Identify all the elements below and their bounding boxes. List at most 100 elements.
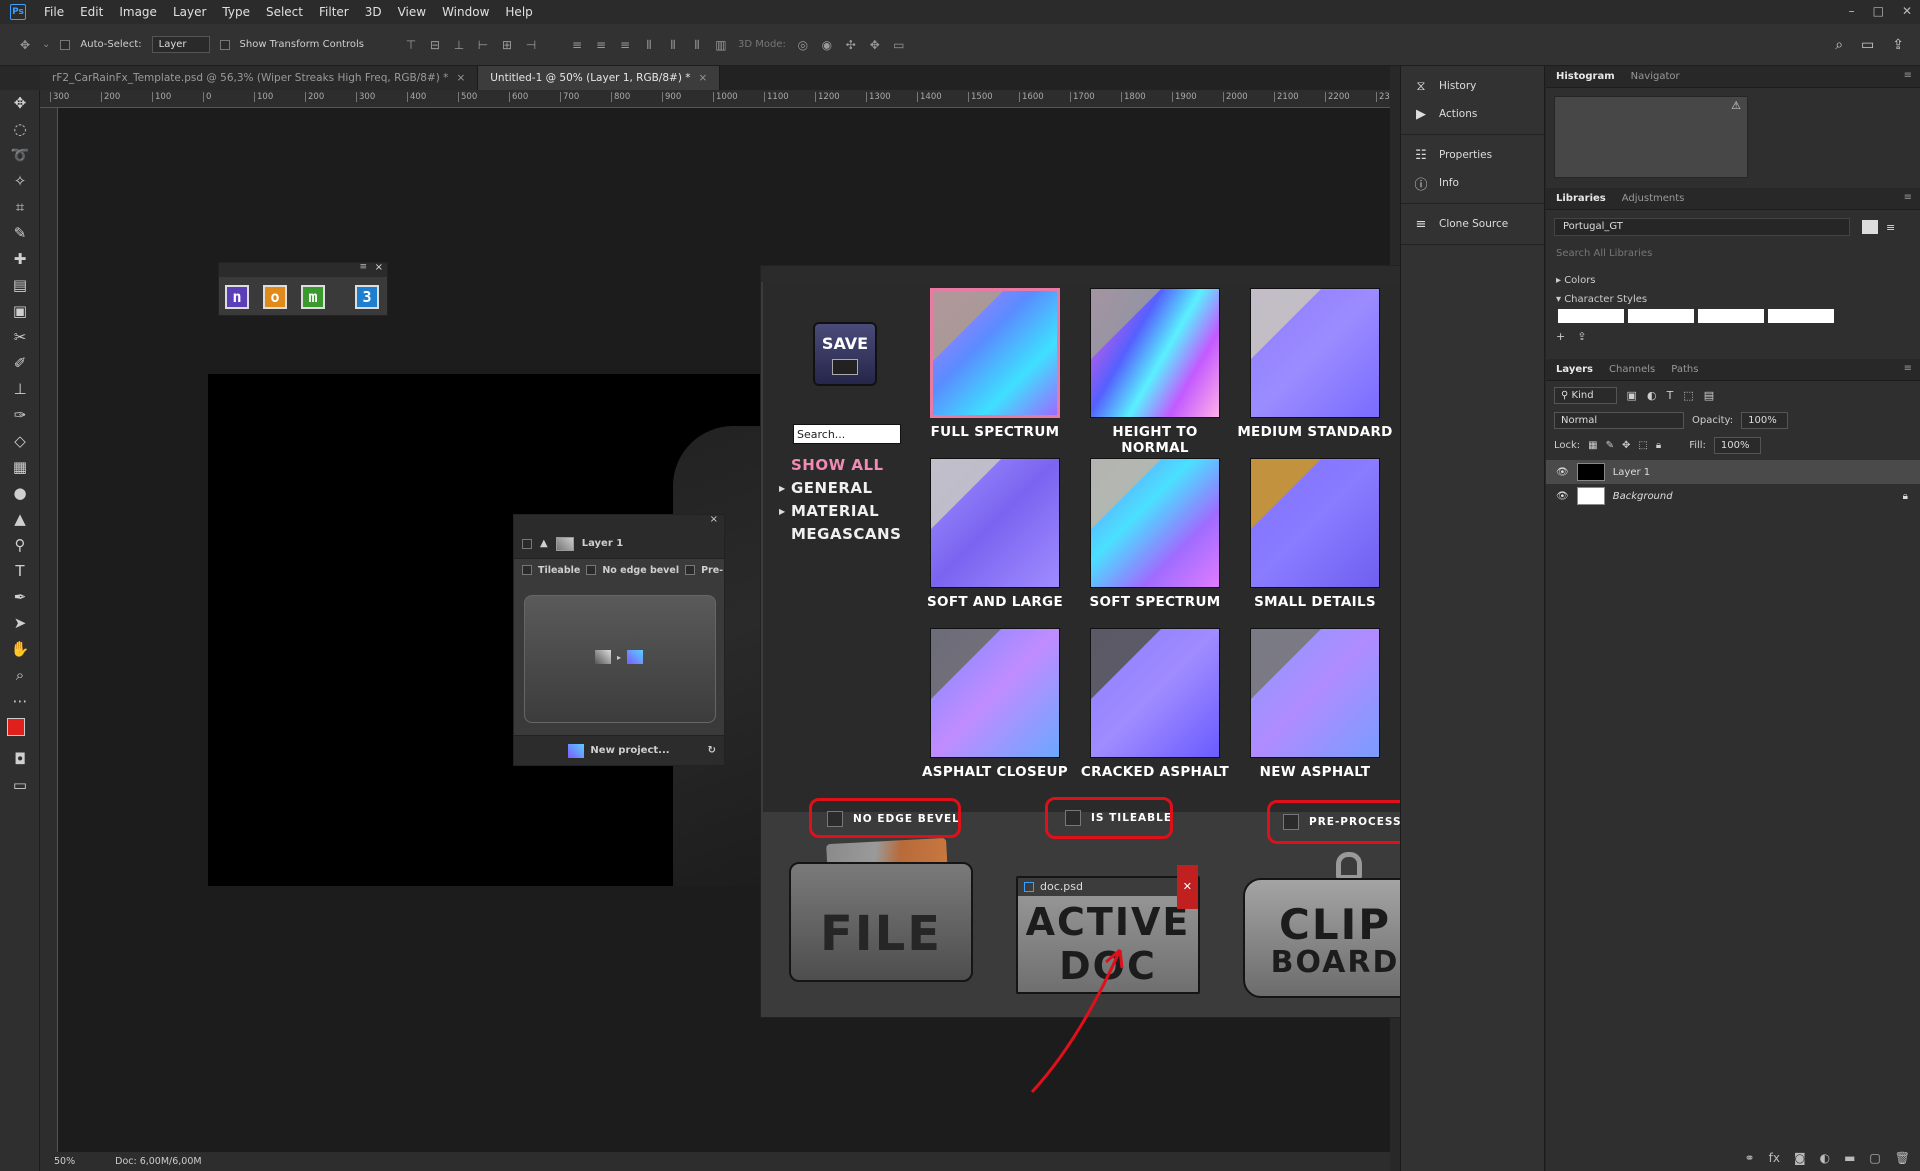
char-style-swatch[interactable] <box>1628 309 1694 323</box>
ruler-tool-icon[interactable]: ▤ <box>0 272 40 298</box>
align-bottom-icon[interactable]: ⊥ <box>452 38 466 52</box>
minimize-button[interactable]: – <box>1849 0 1855 22</box>
eraser-icon[interactable]: ◇ <box>0 428 40 454</box>
tab-layers[interactable]: Layers <box>1556 364 1593 375</box>
lock-pixels-icon[interactable]: ▦ <box>1588 440 1597 451</box>
move-tool-icon[interactable]: ✥ <box>18 38 32 52</box>
rail-actions[interactable]: ▶ Actions <box>1401 100 1544 128</box>
new-layer-icon[interactable]: ▢ <box>1869 1151 1880 1165</box>
ndo-launch-button[interactable]: n <box>225 285 249 309</box>
panel-menu-icon[interactable]: ≡ <box>359 262 367 272</box>
rail-properties[interactable]: ☷ Properties <box>1401 141 1544 169</box>
tab-histogram[interactable]: Histogram <box>1556 71 1615 82</box>
fx-icon[interactable]: fx <box>1769 1151 1780 1165</box>
distribute-bottom-icon[interactable]: ≡ <box>618 38 632 52</box>
link-layers-icon[interactable]: ⚭ <box>1745 1151 1755 1165</box>
library-search-input[interactable]: Search All Libraries <box>1546 244 1920 263</box>
fill-input[interactable]: 100% <box>1713 437 1761 454</box>
maximize-button[interactable]: □ <box>1873 0 1884 22</box>
layer-row[interactable]: 👁︎ Background 🔒︎ <box>1546 484 1920 508</box>
distribute-center-icon[interactable]: ⦀ <box>666 38 680 52</box>
refresh-icon[interactable]: ↻ <box>708 745 716 756</box>
distribute-middle-icon[interactable]: ≡ <box>594 38 608 52</box>
preset-cracked-asphalt[interactable]: CRACKED ASPHALT <box>1077 628 1229 788</box>
visibility-eye-icon[interactable]: 👁︎ <box>1556 491 1569 502</box>
menu-3d[interactable]: 3D <box>357 0 390 24</box>
no-edge-bevel-checkbox[interactable] <box>586 565 597 575</box>
auto-align-icon[interactable]: ▥ <box>714 38 728 52</box>
char-style-swatch[interactable] <box>1558 309 1624 323</box>
layer-filter-dropdown[interactable]: ⚲ Kind <box>1554 387 1617 404</box>
transform-controls-checkbox[interactable] <box>219 39 230 50</box>
preset-height-to-normal[interactable]: HEIGHT TO NORMAL <box>1077 288 1227 456</box>
library-colors[interactable]: ▸ Colors <box>1546 271 1920 290</box>
tab-navigator[interactable]: Navigator <box>1631 71 1680 82</box>
collapse-icon[interactable]: ▲ <box>540 538 548 549</box>
list-view-icon[interactable]: ≡ <box>1886 221 1895 234</box>
menu-image[interactable]: Image <box>111 0 165 24</box>
search-icon[interactable]: ⌕ <box>1835 37 1843 53</box>
close-window-button[interactable]: ✕ <box>1902 0 1912 22</box>
mdo-launch-button[interactable]: m <box>301 285 325 309</box>
zoom-level[interactable]: 50% <box>54 1156 75 1167</box>
3d-slide-icon[interactable]: ✥ <box>868 38 882 52</box>
conversion-preview[interactable]: ▸ <box>524 595 716 723</box>
layer-checkbox[interactable] <box>522 538 532 549</box>
layer-row[interactable]: 👁︎ Layer 1 <box>1546 460 1920 484</box>
tab-adjustments[interactable]: Adjustments <box>1622 193 1685 204</box>
align-middle-icon[interactable]: ⊟ <box>428 38 442 52</box>
eyedropper-icon[interactable]: ✎ <box>0 220 40 246</box>
adjustment-layer-icon[interactable]: ◐ <box>1820 1151 1830 1165</box>
filter-type-icon[interactable]: T <box>1667 389 1674 402</box>
path-selection-icon[interactable]: ➤ <box>0 610 40 636</box>
preset-soft-and-large[interactable]: SOFT AND LARGE <box>917 458 1067 618</box>
close-icon[interactable]: × <box>456 72 465 84</box>
menu-file[interactable]: File <box>36 0 72 24</box>
rail-clone-source[interactable]: ≡ Clone Source <box>1401 210 1544 238</box>
close-icon[interactable]: × <box>375 262 383 273</box>
category-general[interactable]: ▶ GENERAL <box>779 479 873 497</box>
3d-roll-icon[interactable]: ◉ <box>820 38 834 52</box>
preprocess-checkbox[interactable] <box>685 565 696 575</box>
crop-tool-icon[interactable]: ⌗ <box>0 194 40 220</box>
library-dropdown[interactable]: Portugal_GT <box>1554 218 1850 236</box>
tab-channels[interactable]: Channels <box>1609 364 1655 375</box>
brush-tool-icon[interactable]: ✐ <box>0 350 40 376</box>
workspace-icon[interactable]: ▭ <box>1861 37 1874 53</box>
add-icon[interactable]: + <box>1556 330 1565 343</box>
tab-libraries[interactable]: Libraries <box>1556 193 1606 204</box>
distribute-left-icon[interactable]: ⦀ <box>642 38 656 52</box>
group-folder-icon[interactable]: ▬ <box>1844 1151 1855 1165</box>
ddo-launch-button[interactable]: o <box>263 285 287 309</box>
add-mask-icon[interactable]: ◙ <box>1794 1151 1806 1165</box>
type-tool-icon[interactable]: T <box>0 558 40 584</box>
menu-type[interactable]: Type <box>214 0 258 24</box>
panel-menu-icon[interactable]: ≡ <box>1904 192 1912 203</box>
tab-document[interactable]: rF2_CarRainFx_Template.psd @ 56,3% (Wipe… <box>40 66 479 90</box>
category-show-all[interactable]: SHOW ALL <box>791 456 884 474</box>
preset-new-asphalt[interactable]: NEW ASPHALT <box>1237 628 1387 788</box>
align-top-icon[interactable]: ⊤ <box>404 38 418 52</box>
magnify-icon[interactable]: ⚲ <box>0 532 40 558</box>
menu-help[interactable]: Help <box>497 0 540 24</box>
rail-info[interactable]: ⓘ Info <box>1401 169 1544 197</box>
warning-icon[interactable]: ⚠ <box>1731 99 1741 112</box>
menu-edit[interactable]: Edit <box>72 0 111 24</box>
stamp-tool-icon[interactable]: ⊥ <box>0 376 40 402</box>
align-right-icon[interactable]: ⊣ <box>524 38 538 52</box>
preset-soft-spectrum[interactable]: SOFT SPECTRUM <box>1077 458 1227 618</box>
screen-mode-icon[interactable]: ▭ <box>0 772 40 798</box>
category-megascans[interactable]: MEGASCANS <box>791 525 901 543</box>
filter-smart-icon[interactable]: ▤ <box>1704 389 1714 402</box>
filter-pixel-icon[interactable]: ▣ <box>1627 389 1637 402</box>
auto-select-dropdown[interactable]: Layer <box>151 36 210 53</box>
3do-launch-button[interactable]: 3 <box>355 285 379 309</box>
healing-brush-icon[interactable]: ✚ <box>0 246 40 272</box>
rail-history[interactable]: ⧖ History <box>1401 72 1544 100</box>
blur-tool-icon[interactable]: ● <box>0 480 40 506</box>
3d-pan-icon[interactable]: ✣ <box>844 38 858 52</box>
filter-adjust-icon[interactable]: ◐ <box>1647 389 1657 402</box>
auto-select-checkbox[interactable] <box>60 39 71 50</box>
align-left-icon[interactable]: ⊢ <box>476 38 490 52</box>
menu-view[interactable]: View <box>390 0 434 24</box>
